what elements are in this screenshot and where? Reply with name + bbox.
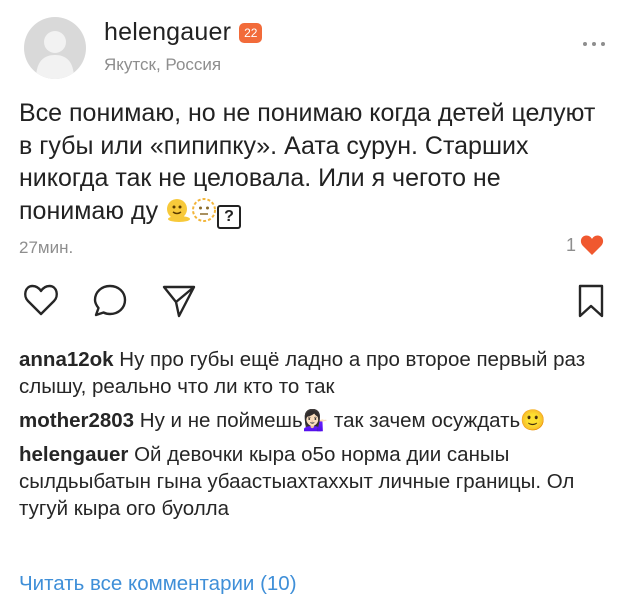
liked-heart-icon[interactable] (580, 234, 604, 256)
more-icon[interactable] (583, 42, 605, 46)
comment-item: anna12ok Ну про губы ещё ладно а про вто… (19, 346, 619, 400)
comments-list: anna12ok Ну про губы ещё ладно а про вто… (19, 346, 619, 529)
heart-icon[interactable] (23, 283, 59, 317)
comment-item: helengauer Ой девочки кыра о5о норма дии… (19, 441, 619, 522)
post-time: 27мин. (19, 238, 74, 257)
post-text: Все понимаю, но не понимаю когда детей ц… (19, 97, 609, 231)
dotted-face-emoji (191, 197, 217, 232)
likes-counter[interactable]: 1 (566, 234, 604, 256)
melting-face-emoji (165, 197, 191, 232)
comment-text: Ну и не поймешь💁🏻‍♀️ так зачем осуждать🙂 (139, 409, 546, 432)
likes-count: 1 (565, 234, 576, 255)
post-location[interactable]: Якутск, Россия (104, 55, 221, 75)
level-badge: 22 (239, 22, 263, 43)
post-username[interactable]: helengauer (104, 18, 231, 47)
post-text-body: Все понимаю, но не понимаю когда детей ц… (19, 99, 596, 225)
send-icon[interactable] (161, 283, 197, 319)
comment-username[interactable]: helengauer (19, 443, 128, 466)
comment-username[interactable]: anna12ok (19, 348, 114, 371)
avatar-placeholder-icon (36, 31, 74, 79)
comment-icon[interactable] (92, 283, 128, 319)
avatar[interactable] (24, 17, 86, 79)
username-row: helengauer 22 (104, 18, 263, 47)
comment-item: mother2803 Ну и не поймешь💁🏻‍♀️ так заче… (19, 407, 619, 434)
bookmark-icon[interactable] (576, 283, 606, 319)
comment-username[interactable]: mother2803 (19, 409, 134, 432)
action-bar (0, 283, 629, 323)
unknown-glyph-box: ? (217, 204, 242, 229)
view-all-comments-link[interactable]: Читать все комментарии (10) (19, 572, 297, 596)
